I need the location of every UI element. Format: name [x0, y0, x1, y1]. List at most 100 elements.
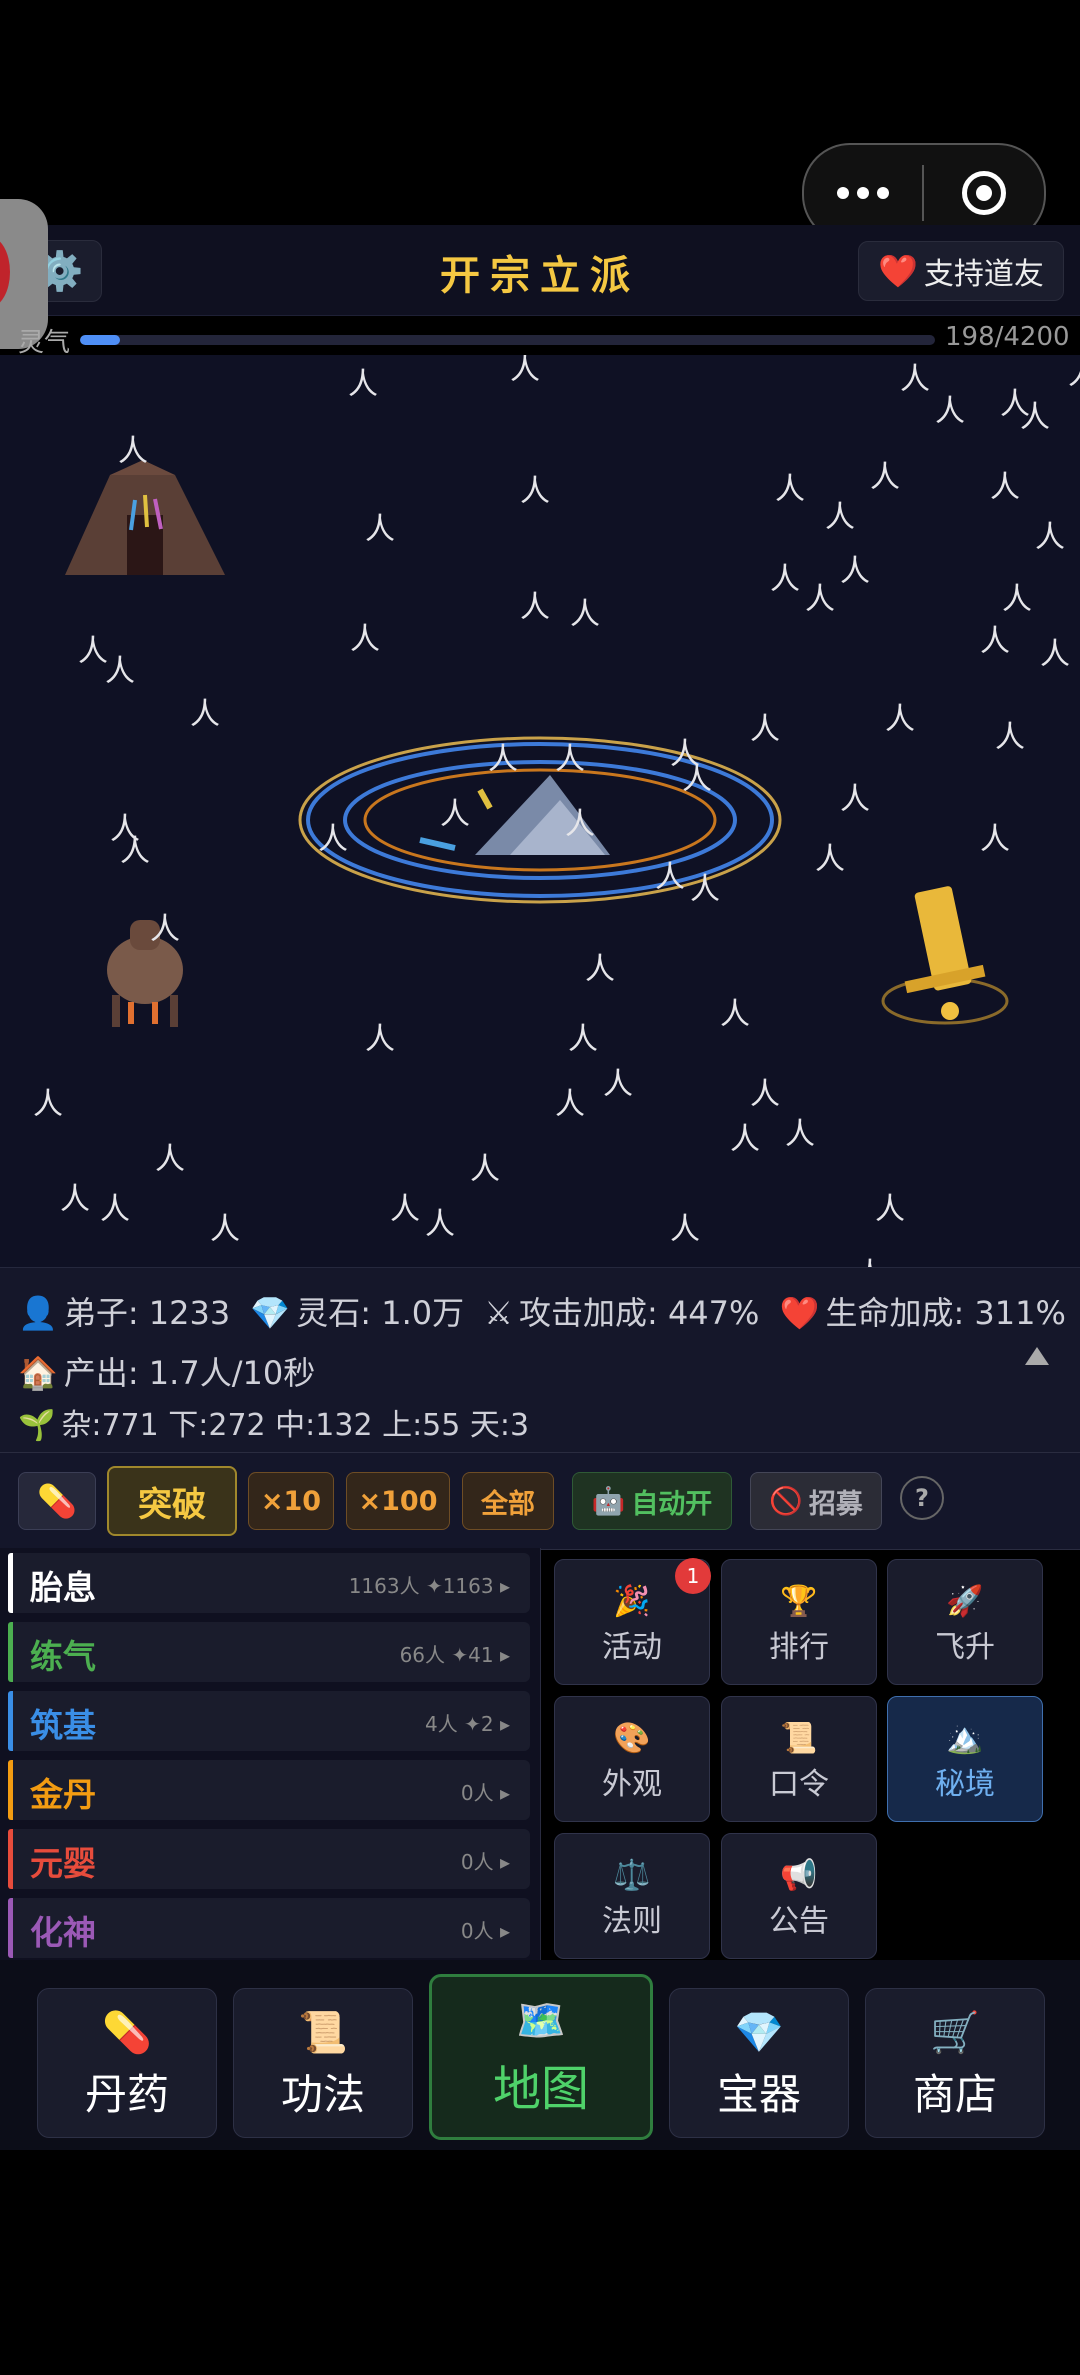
activity-label: 活动: [602, 1630, 662, 1665]
realm-row[interactable]: 练气 66人 ✦41 ▸: [8, 1622, 530, 1682]
help-button[interactable]: ?: [900, 1476, 944, 1520]
times-10-button[interactable]: ×10: [248, 1472, 334, 1530]
ascend-button[interactable]: 🚀 飞升: [887, 1559, 1043, 1685]
realm-info: 0人 ▸: [460, 1919, 510, 1943]
secret-realm-button[interactable]: 🏔️ 秘境: [887, 1696, 1043, 1822]
gem-icon: 💎: [734, 2010, 784, 2056]
realm-row[interactable]: 胎息 1163人 ✦1163 ▸: [8, 1553, 530, 1613]
stats-line-1: 👤 弟子: 1233 💎 灵石: 1.0万 ⚔ 攻击加成: 447% ❤️ 生命加成: …: [18, 1288, 1066, 1334]
realm-info: 0人 ▸: [460, 1850, 510, 1874]
activity-button[interactable]: 🎉 活动 1: [554, 1558, 711, 1685]
ascend-label: 飞升: [935, 1630, 995, 1665]
support-label: 支持道友: [923, 257, 1044, 292]
realm-info: 0人 ▸: [460, 1781, 510, 1805]
appearance-button[interactable]: 🎨 外观: [554, 1696, 710, 1822]
recruit-button[interactable]: 🚫 招募: [750, 1472, 882, 1530]
realm-color-bar: [8, 1760, 13, 1820]
disciple-figure: 人: [1035, 520, 1065, 555]
breakthrough-button[interactable]: 突破: [107, 1466, 237, 1536]
sect-map[interactable]: 人人人人人人人人人人人人人人人人人人人人人人人人人人人人人人人人人人人人人人人人…: [0, 355, 1080, 1267]
realm-color-bar: [8, 1829, 13, 1889]
times-100-button[interactable]: ×100: [346, 1472, 450, 1530]
nav-treasure[interactable]: 💎 宝器: [669, 1988, 849, 2138]
dot-icon: [857, 187, 869, 199]
diamond-icon: 💎: [250, 1294, 291, 1332]
top-header: ⚙️ 开宗立派 ❤️ 支持道友: [0, 199, 1080, 349]
disciple-figure: 人: [730, 1122, 760, 1157]
realm-row[interactable]: 金丹 0人 ▸: [8, 1760, 530, 1820]
nav-shop[interactable]: 🛒 商店: [865, 1988, 1045, 2138]
nav-pills-label: 丹药: [84, 2070, 169, 2119]
qi-count: 198/4200: [945, 322, 1070, 352]
disciple-figure: 人: [440, 797, 470, 832]
close-miniprogram-button[interactable]: [924, 171, 1044, 215]
sprout-icon: 🌱: [18, 1408, 56, 1443]
megaphone-icon: 📢: [780, 1858, 818, 1893]
disciple-figure: 人: [78, 634, 108, 669]
disciple-figure: 人: [520, 474, 550, 509]
code-label: 口令: [769, 1767, 829, 1802]
disciple-figure: 人: [155, 1142, 185, 1177]
realm-color-bar: [8, 1622, 13, 1682]
disciple-figure: 人: [775, 472, 805, 507]
disciple-figure: 人: [935, 394, 965, 429]
nav-skills[interactable]: 📜 功法: [233, 1988, 413, 2138]
disciple-figure: 人: [995, 720, 1025, 755]
all-button[interactable]: 全部: [462, 1472, 554, 1530]
nav-treasure-label: 宝器: [716, 2070, 801, 2119]
code-button[interactable]: 📜 口令: [721, 1696, 877, 1822]
nav-skills-label: 功法: [280, 2070, 365, 2119]
disciple-figure: 人: [990, 470, 1020, 505]
realm-row[interactable]: 化神 0人 ▸: [8, 1898, 530, 1958]
realm-name: 练气: [30, 1637, 96, 1676]
law-button[interactable]: ⚖️ 法则: [554, 1833, 710, 1959]
dot-icon: [837, 187, 849, 199]
secret-realm-label: 秘境: [935, 1767, 995, 1802]
realm-color-bar: [8, 1691, 13, 1751]
disciple-figure: 人: [900, 362, 930, 397]
house-icon: 🏠: [18, 1354, 58, 1392]
nav-pills[interactable]: 💊 丹药: [37, 1988, 217, 2138]
robot-icon: 🤖: [591, 1486, 626, 1517]
disciple-figure: 人: [1020, 400, 1050, 435]
auto-open-button[interactable]: 🤖 自动开: [572, 1472, 732, 1530]
realm-name: 金丹: [30, 1775, 96, 1814]
tent-building[interactable]: [55, 455, 235, 585]
disciple-figure: 人: [100, 1192, 130, 1227]
nav-map-label: 地图: [492, 2061, 589, 2117]
disciple-figure: 人: [520, 590, 550, 625]
page-title: 开宗立派: [440, 253, 640, 299]
stats-line-2: 🏠 产出: 1.7人/10秒: [18, 1348, 315, 1394]
disciple-figure: 人: [655, 860, 685, 895]
disciples-count: 弟子: 1233: [63, 1294, 231, 1332]
support-button[interactable]: ❤️ 支持道友: [858, 241, 1064, 301]
disciple-figure: 人: [348, 367, 378, 402]
pill-button[interactable]: 💊: [18, 1472, 96, 1530]
disciple-figure: 人: [120, 834, 150, 869]
disciple-figure: 人: [805, 582, 835, 617]
disciple-figure: 人: [60, 1182, 90, 1217]
target-icon: [962, 171, 1006, 215]
disciple-figure: 人: [555, 1087, 585, 1122]
disciple-figure: 人: [855, 1260, 885, 1268]
qi-progress-fill: [80, 335, 121, 345]
sword-monument[interactable]: [870, 883, 1020, 1033]
recruit-label: 招募: [808, 1488, 863, 1520]
ranking-button[interactable]: 🏆 排行: [721, 1559, 877, 1685]
qi-label: 灵气: [18, 328, 71, 358]
bottom-navigation: 💊 丹药 📜 功法 🗺️ 地图 💎 宝器 🛒 商店: [0, 1960, 1080, 2150]
disciple-figure: 人: [1068, 360, 1080, 390]
disciple-figure: 人: [555, 742, 585, 777]
realm-row[interactable]: 筑基 4人 ✦2 ▸: [8, 1691, 530, 1751]
disciple-figure: 人: [720, 997, 750, 1032]
notice-button[interactable]: 📢 公告: [721, 1833, 877, 1959]
law-label: 法则: [602, 1904, 662, 1939]
realm-row[interactable]: 元婴 0人 ▸: [8, 1829, 530, 1889]
nav-map[interactable]: 🗺️ 地图: [429, 1974, 653, 2140]
disciple-figure: 人: [1002, 582, 1032, 617]
scales-icon: ⚖️: [613, 1858, 651, 1893]
scroll-icon: 📜: [780, 1721, 818, 1756]
stats-line-3: 🌱 杂:771 下:272 中:132 上:55 天:3: [18, 1400, 529, 1444]
realm-info: 4人 ✦2 ▸: [425, 1712, 510, 1736]
collapse-toggle-icon[interactable]: [1025, 1347, 1049, 1365]
